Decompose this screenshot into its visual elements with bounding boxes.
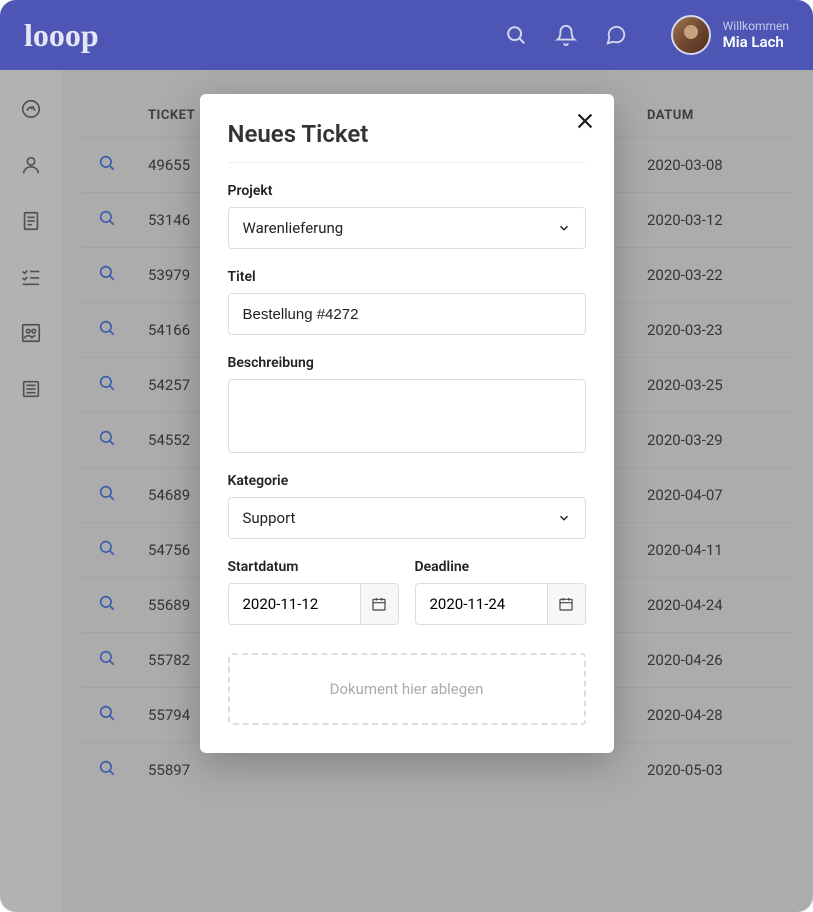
- kategorie-label: Kategorie: [228, 473, 586, 489]
- chevron-down-icon: [557, 221, 571, 235]
- new-ticket-modal: Neues Ticket Projekt Warenlieferung Tite…: [200, 94, 614, 753]
- user-menu[interactable]: Willkommen Mia Lach: [671, 15, 789, 55]
- deadline-label: Deadline: [415, 559, 586, 575]
- bell-icon[interactable]: [555, 24, 577, 46]
- chevron-down-icon: [557, 511, 571, 525]
- startdatum-label: Startdatum: [228, 559, 399, 575]
- calendar-icon: [371, 596, 387, 612]
- search-icon[interactable]: [505, 24, 527, 46]
- avatar: [671, 15, 711, 55]
- modal-title: Neues Ticket: [228, 120, 586, 163]
- titel-label: Titel: [228, 269, 586, 285]
- deadline-picker-button[interactable]: [547, 584, 585, 624]
- welcome-label: Willkommen: [723, 19, 789, 33]
- deadline-input[interactable]: 2020-11-24: [416, 584, 547, 624]
- user-name: Mia Lach: [723, 33, 789, 51]
- titel-input[interactable]: [243, 306, 571, 323]
- beschreibung-textarea[interactable]: [243, 390, 571, 442]
- top-bar: looop Willkommen Mia Lach: [0, 0, 813, 70]
- close-icon[interactable]: [574, 110, 596, 132]
- calendar-icon: [558, 596, 574, 612]
- startdatum-picker-button[interactable]: [360, 584, 398, 624]
- startdatum-input[interactable]: 2020-11-12: [229, 584, 360, 624]
- beschreibung-label: Beschreibung: [228, 355, 586, 371]
- chat-icon[interactable]: [605, 24, 627, 46]
- document-dropzone[interactable]: Dokument hier ablegen: [228, 653, 586, 725]
- projekt-select[interactable]: Warenlieferung: [228, 207, 586, 249]
- kategorie-select[interactable]: Support: [228, 497, 586, 539]
- logo: looop: [24, 17, 505, 54]
- projekt-label: Projekt: [228, 183, 586, 199]
